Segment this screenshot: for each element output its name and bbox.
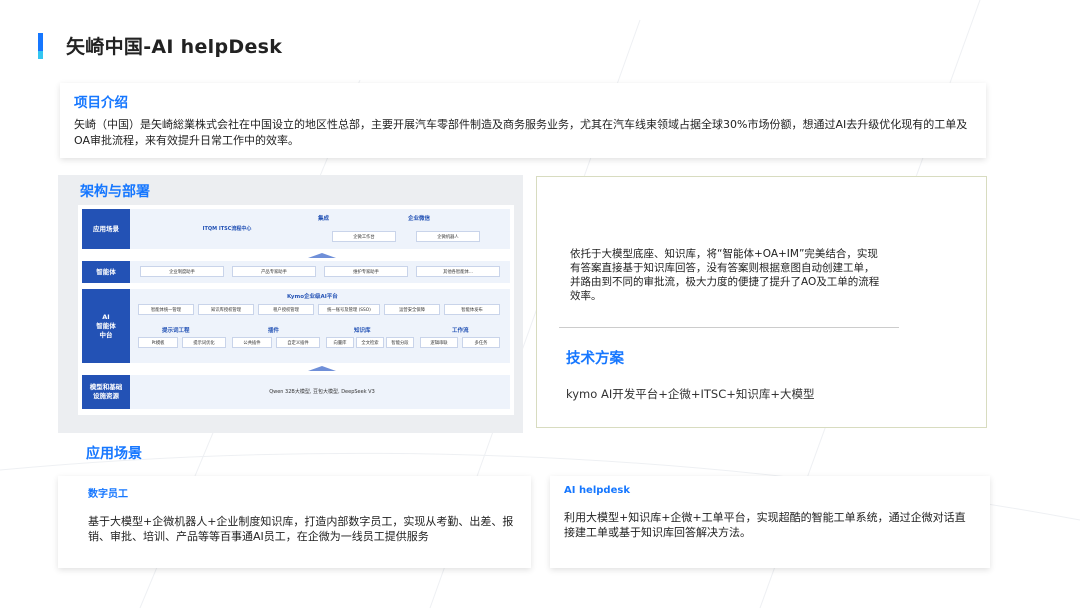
tech-heading: 技术方案 xyxy=(566,351,624,367)
diagram-row-infra: 模型和基础 设施资源 Qwen 32B大模型, 豆包大模型, DeepSeek … xyxy=(82,375,510,409)
diagram-platform-title: Kymo企业级AI平台 xyxy=(287,294,338,300)
architecture-heading: 架构与部署 xyxy=(80,184,150,200)
diagram-infra-models: Qwen 32B大模型, 豆包大模型, DeepSeek V3 xyxy=(269,389,375,395)
diagram-row-label: 智能体 xyxy=(82,261,130,283)
diagram-group-integration: 集成 xyxy=(318,216,330,222)
diagram-pill: 企微工作台 xyxy=(332,231,396,242)
diagram-pill: 全文检索 xyxy=(356,337,384,348)
intro-body: 矢崎（中国）是矢崎総業株式会社在中国设立的地区性总部，主要开展汽车零部件制造及商… xyxy=(74,118,968,147)
diagram-group-title: 提示词工程 xyxy=(162,328,190,334)
diagram-row-platform: AI 智能体 中台 Kymo企业级AI平台 智能体统一管理 知识库授权管理 租户… xyxy=(82,289,510,363)
diagram-row-scene: 应用场景 ITQM ITSC流程中心 集成 企业微信 企微工作台 企微机器人 xyxy=(82,209,510,249)
diagram-pill: 企微机器人 xyxy=(416,231,480,242)
page-title: 矢崎中国-AI helpDesk xyxy=(66,36,283,58)
scenario-body: 基于大模型+企微机器人+企业制度知识库，打造内部数字员工，实现从考勤、出差、报销… xyxy=(88,515,514,543)
diagram-row-label: 模型和基础 设施资源 xyxy=(82,375,130,409)
diagram-row-label: 应用场景 xyxy=(82,209,130,249)
scenario-title: AI helpdesk xyxy=(564,485,630,496)
diagram-group-title: 工作流 xyxy=(452,328,469,334)
diagram-group-title: 知识库 xyxy=(354,328,371,334)
diagram-pill: 维护专家助手 xyxy=(324,266,408,277)
diagram-pill: 多任务 xyxy=(462,337,500,348)
scenario-card-digital-employee: 数字员工 基于大模型+企微机器人+企业制度知识库，打造内部数字员工，实现从考勤、… xyxy=(58,476,531,568)
diagram-arrow-icon xyxy=(308,366,336,371)
diagram-pill: 逻辑串联 xyxy=(420,337,458,348)
diagram-group-wecom: 企业微信 xyxy=(408,216,431,222)
diagram-row-agent: 智能体 企业制度助手 产品专家助手 维护专家助手 其他各智能体... xyxy=(82,261,510,283)
diagram-pill: 智能体统一管理 xyxy=(138,304,194,315)
deployment-panel: 依托于大模型底座、知识库，将“智能体+OA+IM”完美结合，实现有答案直接基于知… xyxy=(536,176,987,428)
diagram-pill: 公共插件 xyxy=(232,337,272,348)
diagram-pill: 企业制度助手 xyxy=(140,266,224,277)
diagram-group-title: 插件 xyxy=(268,328,280,334)
scenario-body: 利用大模型+知识库+企微+工单平台，实现超酷的智能工单系统，通过企微对话直接建工… xyxy=(564,511,966,539)
scenario-title: 数字员工 xyxy=(88,489,128,500)
diagram-itsc-center: ITQM ITSC流程中心 xyxy=(202,225,252,232)
diagram-pill: 智能分段 xyxy=(386,337,414,348)
scenario-card-ai-helpdesk: AI helpdesk 利用大模型+知识库+企微+工单平台，实现超酷的智能工单系… xyxy=(550,476,990,568)
scenarios-heading: 应用场景 xyxy=(86,446,142,462)
diagram-pill: 向量库 xyxy=(326,337,354,348)
diagram-row-label: AI 智能体 中台 xyxy=(82,289,130,363)
diagram-pill: 知识库授权管理 xyxy=(198,304,254,315)
intro-card: 项目介绍 矢崎（中国）是矢崎総業株式会社在中国设立的地区性总部，主要开展汽车零部… xyxy=(60,83,986,158)
divider xyxy=(559,327,899,328)
diagram-pill: 其他各智能体... xyxy=(416,266,500,277)
architecture-diagram: 应用场景 ITQM ITSC流程中心 集成 企业微信 企微工作台 企微机器人 智… xyxy=(78,205,514,415)
architecture-panel: 架构与部署 应用场景 ITQM ITSC流程中心 集成 企业微信 企微工作台 企… xyxy=(58,175,523,433)
diagram-pill: 产品专家助手 xyxy=(232,266,316,277)
diagram-pill: 自定义插件 xyxy=(276,337,320,348)
diagram-pill: 提示词优化 xyxy=(182,337,226,348)
diagram-arrow-icon xyxy=(308,253,336,258)
diagram-pill: 运营安全保障 xyxy=(384,304,440,315)
diagram-pill: 智能体发布 xyxy=(444,304,500,315)
diagram-pill: 租户授权管理 xyxy=(258,304,314,315)
diagram-pill: 统一账号及管理 (SSO) xyxy=(318,304,380,315)
intro-heading: 项目介绍 xyxy=(74,95,128,111)
diagram-pill: Pt模板 xyxy=(138,337,178,348)
tech-body: kymo AI开发平台+企微+ITSC+知识库+大模型 xyxy=(566,387,815,401)
title-accent-bar xyxy=(38,33,43,59)
deployment-body: 依托于大模型底座、知识库，将“智能体+OA+IM”完美结合，实现有答案直接基于知… xyxy=(570,248,880,302)
